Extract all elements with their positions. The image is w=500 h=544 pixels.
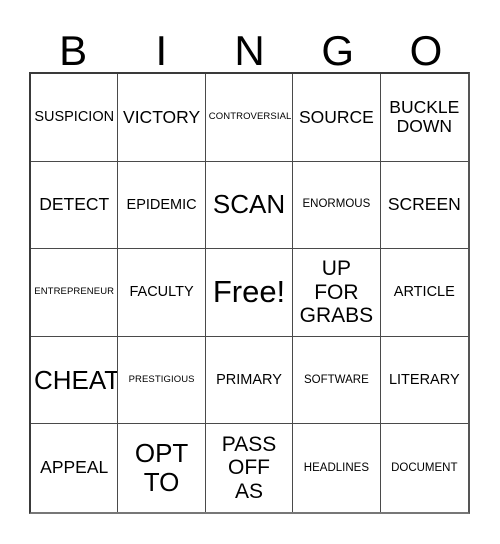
bingo-cell-label: HEADLINES	[303, 461, 369, 474]
bingo-grid: SUSPICION VICTORY CONTROVERSIAL SOURCE B…	[29, 72, 470, 514]
header-letter-g: G	[321, 27, 355, 74]
bingo-cell[interactable]: LITERARY	[380, 336, 468, 425]
bingo-cell-label: ENORMOUS	[302, 198, 371, 211]
bingo-cell-label: CHEAT	[34, 364, 119, 395]
bingo-cell-free[interactable]: Free!	[205, 249, 294, 337]
header-letter-o: O	[409, 27, 443, 74]
bingo-cell-label: LITERARY	[388, 371, 460, 388]
bingo-cell[interactable]: SCREEN	[380, 161, 468, 250]
bingo-cell-label: EPIDEMIC	[126, 196, 197, 213]
bingo-cell-label: UP FOR GRABS	[299, 257, 374, 328]
bingo-card: B I N G O SUSPICION VICTORY CONTROVERSIA…	[0, 0, 500, 544]
bingo-cell-label: FACULTY	[129, 284, 194, 301]
bingo-cell-label: ARTICLE	[393, 284, 455, 301]
bingo-cell-label: VICTORY	[123, 106, 201, 127]
bingo-cell[interactable]: APPEAL	[31, 424, 119, 512]
bingo-cell[interactable]: SOFTWARE	[293, 336, 381, 425]
bingo-cell[interactable]: HEADLINES	[293, 424, 381, 512]
bingo-cell[interactable]: ENTREPRENEUR	[31, 249, 119, 337]
bingo-cell-label: APPEAL	[40, 457, 109, 478]
bingo-header: B I N G O	[29, 14, 470, 72]
bingo-cell[interactable]: CONTROVERSIAL	[205, 74, 294, 162]
bingo-cell[interactable]: OPT TO	[118, 424, 206, 512]
bingo-cell[interactable]: SOURCE	[293, 74, 381, 162]
bingo-cell[interactable]: PRIMARY	[205, 336, 294, 425]
bingo-cell-label: SOURCE	[298, 106, 374, 127]
bingo-cell-label: PRESTIGIOUS	[128, 373, 195, 385]
bingo-cell-label: Free!	[212, 274, 286, 310]
bingo-cell-label: SUSPICION	[34, 109, 115, 126]
bingo-cell[interactable]: VICTORY	[118, 74, 206, 162]
bingo-cell-label: PASS OFF AS	[221, 432, 277, 503]
bingo-cell-label: OPT TO	[134, 438, 189, 498]
bingo-cell[interactable]: ENORMOUS	[293, 161, 381, 250]
bingo-cell-label: PRIMARY	[216, 371, 282, 388]
bingo-cell[interactable]: PASS OFF AS	[205, 424, 294, 512]
header-letter-i: I	[155, 27, 168, 74]
bingo-cell[interactable]: BUCKLE DOWN	[380, 74, 468, 162]
header-letter-n: N	[234, 27, 265, 74]
bingo-cell-label: CONTROVERSIAL	[208, 110, 292, 122]
bingo-cell[interactable]: CHEAT	[31, 336, 119, 425]
bingo-cell[interactable]: PRESTIGIOUS	[118, 336, 206, 425]
bingo-cell-label: DETECT	[39, 194, 110, 215]
bingo-cell[interactable]: UP FOR GRABS	[293, 249, 381, 337]
bingo-cell-label: ENTREPRENEUR	[34, 286, 115, 298]
header-letter-b: B	[59, 27, 88, 74]
bingo-cell[interactable]: SUSPICION	[31, 74, 119, 162]
bingo-cell-label: DOCUMENT	[391, 461, 458, 474]
bingo-cell-label: SCAN	[212, 189, 286, 220]
bingo-cell[interactable]: DOCUMENT	[380, 424, 468, 512]
bingo-cell-label: BUCKLE DOWN	[389, 96, 460, 137]
bingo-cell[interactable]: DETECT	[31, 161, 119, 250]
bingo-cell-label: SCREEN	[387, 194, 461, 215]
bingo-cell[interactable]: FACULTY	[118, 249, 206, 337]
bingo-cell-label: SOFTWARE	[304, 373, 369, 386]
bingo-cell[interactable]: ARTICLE	[380, 249, 468, 337]
bingo-cell[interactable]: EPIDEMIC	[118, 161, 206, 250]
bingo-cell[interactable]: SCAN	[205, 161, 294, 250]
